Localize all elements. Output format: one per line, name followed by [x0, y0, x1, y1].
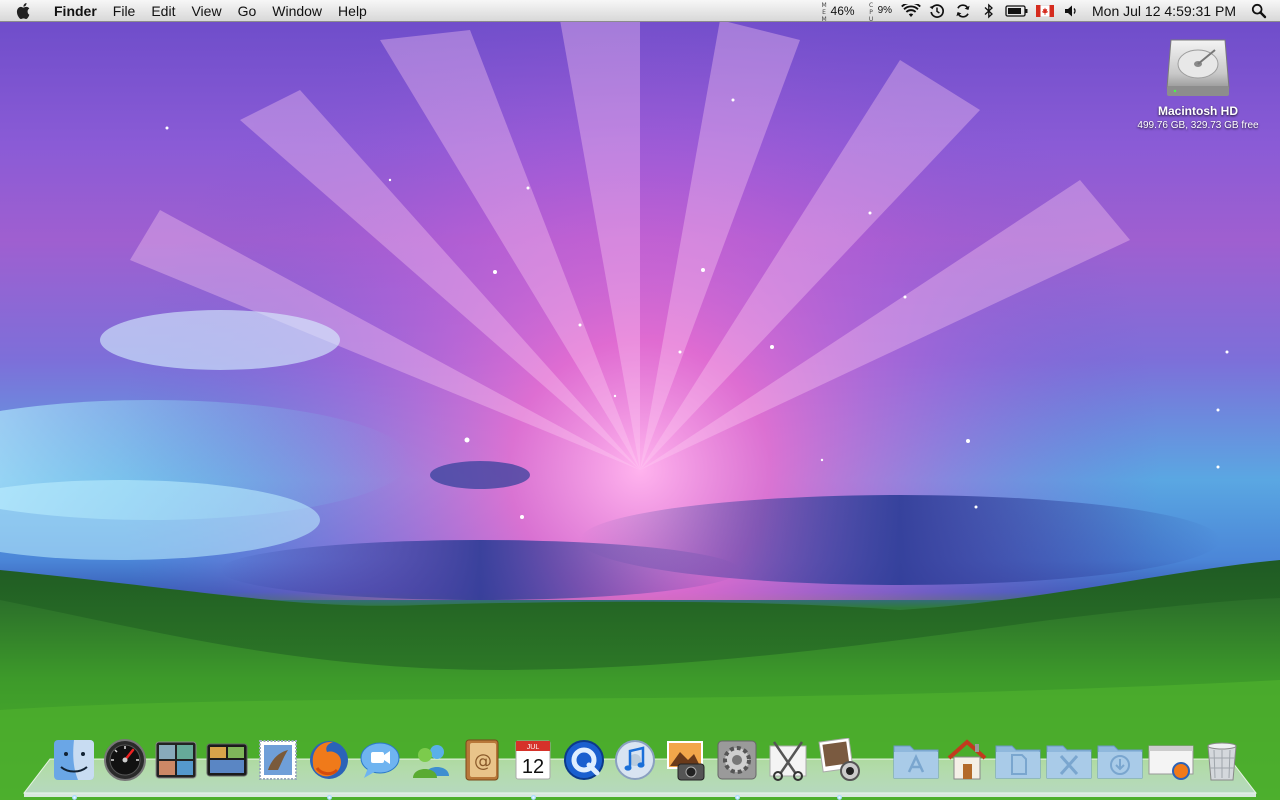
dock-photo-booth[interactable]: [815, 736, 863, 800]
home-icon: [947, 739, 987, 780]
battery-icon[interactable]: [1005, 0, 1029, 22]
dashboard-icon: [104, 739, 146, 781]
running-indicator: [327, 795, 332, 800]
dock-utilities-folder[interactable]: [1045, 736, 1093, 784]
dock-downloads-folder[interactable]: [1096, 736, 1144, 784]
dock: @ JUL 12: [50, 734, 1249, 800]
apple-menu-button[interactable]: [0, 0, 46, 22]
bluetooth-icon[interactable]: [979, 0, 999, 22]
dock-firefox[interactable]: [305, 736, 353, 800]
trash-icon: [1207, 742, 1237, 781]
firefox-installer-window-icon: [1148, 745, 1194, 780]
dock-address-book[interactable]: @: [458, 736, 506, 784]
disk-name-label: Macintosh HD: [1157, 104, 1238, 118]
running-indicator: [531, 795, 536, 800]
ical-calendar-icon: JUL 12: [515, 740, 551, 780]
sync-icon[interactable]: [953, 0, 973, 22]
cpu-value: 9%: [877, 5, 893, 16]
wifi-icon[interactable]: [901, 0, 921, 22]
expose-icon: [206, 743, 248, 777]
dock-dashboard[interactable]: [101, 736, 149, 784]
menu-bar: Finder File Edit View Go Window Help MEM…: [0, 0, 1280, 23]
menu-window[interactable]: Window: [264, 0, 330, 22]
itunes-icon: [615, 740, 655, 780]
menu-go[interactable]: Go: [230, 0, 265, 22]
macintosh-hd-desktop-icon[interactable]: Macintosh HD 499.76 GB, 329.73 GB free: [1130, 30, 1266, 131]
menu-bar-clock[interactable]: Mon Jul 12 4:59:31 PM: [1092, 3, 1236, 19]
dock-spaces[interactable]: [152, 736, 200, 784]
downloads-folder-icon: [1097, 745, 1143, 779]
iphoto-icon: [667, 741, 705, 781]
utilities-folder-icon: [1046, 745, 1092, 779]
dock-applications-folder[interactable]: [892, 736, 940, 784]
calendar-day-label: 12: [522, 756, 544, 778]
running-indicator: [735, 795, 740, 800]
quicktime-icon: [564, 740, 604, 780]
menu-help[interactable]: Help: [330, 0, 375, 22]
menu-file[interactable]: File: [105, 0, 144, 22]
memory-label: MEM: [820, 1, 828, 23]
dock-itunes[interactable]: [611, 736, 659, 784]
dock-documents-folder[interactable]: [994, 736, 1042, 784]
cpu-label: CPU: [867, 1, 875, 23]
photo-booth-icon: [818, 738, 860, 781]
dock-ichat[interactable]: [356, 736, 404, 784]
dock-quicktime[interactable]: [560, 736, 608, 784]
dock-messenger[interactable]: [407, 736, 455, 784]
dock-finder[interactable]: [50, 736, 98, 800]
finder-icon: [54, 740, 94, 780]
canada-flag-icon[interactable]: [1035, 0, 1055, 22]
dock-ical[interactable]: JUL 12: [509, 736, 557, 800]
dock-mail[interactable]: [254, 736, 302, 784]
system-preferences-icon: [717, 740, 757, 780]
time-machine-icon[interactable]: [927, 0, 947, 22]
dock-firefox-installer[interactable]: [1147, 736, 1195, 784]
address-book-icon: @: [465, 739, 499, 781]
svg-text:@: @: [474, 751, 492, 772]
documents-folder-icon: [995, 745, 1041, 779]
spotlight-icon[interactable]: [1249, 0, 1269, 22]
menu-app-finder[interactable]: Finder: [46, 0, 105, 22]
desktop[interactable]: [0, 0, 1280, 800]
disk-info-label: 499.76 GB, 329.73 GB free: [1137, 120, 1259, 131]
memory-monitor[interactable]: MEM 46%: [820, 1, 855, 23]
ichat-icon: [360, 742, 400, 778]
menu-edit[interactable]: Edit: [143, 0, 183, 22]
dock-home-folder[interactable]: [943, 736, 991, 784]
dock-trash[interactable]: [1198, 736, 1246, 784]
mail-stamp-icon: [259, 740, 297, 780]
apple-logo-icon: [16, 2, 30, 19]
volume-icon[interactable]: [1061, 0, 1081, 22]
memory-value: 46%: [830, 3, 855, 18]
cpu-monitor[interactable]: CPU 9%: [867, 1, 893, 23]
dock-expose[interactable]: [203, 736, 251, 784]
firefox-icon: [310, 741, 348, 779]
menu-view[interactable]: View: [183, 0, 229, 22]
calendar-month-label: JUL: [527, 744, 540, 751]
spaces-icon: [155, 741, 197, 779]
hard-drive-icon: [1166, 39, 1230, 96]
applications-folder-icon: [893, 745, 939, 779]
running-indicator: [72, 795, 77, 800]
scissors-icon: [769, 741, 807, 781]
messenger-buddies-icon: [413, 745, 449, 778]
dock-scissors-utility[interactable]: [764, 736, 812, 784]
running-indicator: [837, 795, 842, 800]
dock-iphoto[interactable]: [662, 736, 710, 784]
dock-system-preferences[interactable]: [713, 736, 761, 800]
